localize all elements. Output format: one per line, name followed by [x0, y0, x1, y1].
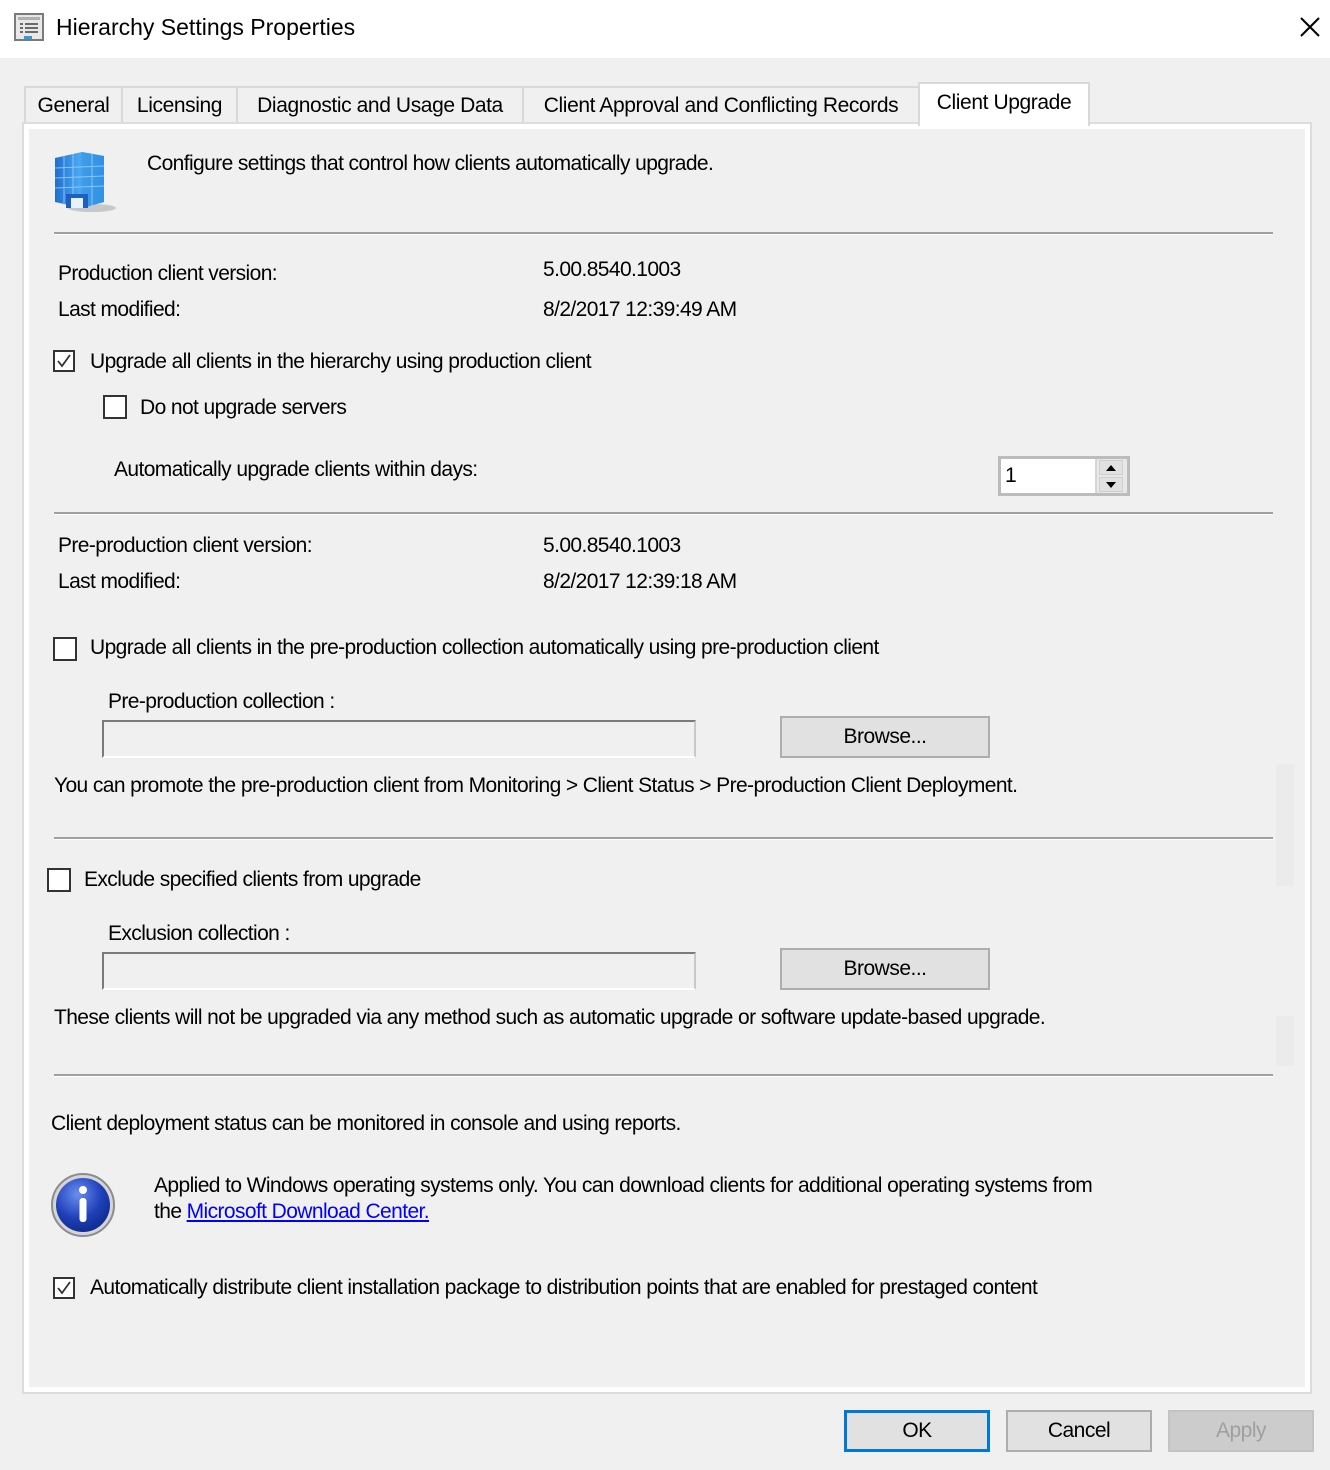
production-version-label: Production client version: [58, 262, 278, 285]
tab-general[interactable]: General [24, 86, 123, 122]
exclude-clients-checkbox[interactable] [47, 868, 71, 892]
preproduction-note: You can promote the pre-production clien… [54, 774, 1018, 797]
preproduction-collection-label: Pre-production collection : [108, 690, 335, 713]
upgrade-all-production-label[interactable]: Upgrade all clients in the hierarchy usi… [90, 349, 592, 375]
preproduction-collection-field[interactable] [102, 720, 696, 758]
tab-client-upgrade[interactable]: Client Upgrade [918, 82, 1090, 126]
upgrade-preproduction-label[interactable]: Upgrade all clients in the pre-productio… [90, 635, 879, 661]
preproduction-version-value: 5.00.8540.1003 [543, 534, 681, 557]
separator [54, 232, 1273, 235]
info-text-the: the [154, 1200, 187, 1223]
exclusion-note: These clients will not be upgraded via a… [54, 1006, 1046, 1029]
tab-client-approval[interactable]: Client Approval and Conflicting Records [522, 86, 920, 122]
apply-button[interactable]: Apply [1168, 1410, 1314, 1452]
close-icon [1300, 17, 1320, 37]
preproduction-modified-value: 8/2/2017 12:39:18 AM [543, 570, 737, 593]
header-description: Configure settings that control how clie… [147, 152, 714, 175]
info-text: Applied to Windows operating systems onl… [154, 1174, 1093, 1197]
production-modified-value: 8/2/2017 12:39:49 AM [543, 298, 737, 321]
do-not-upgrade-servers-label[interactable]: Do not upgrade servers [140, 395, 347, 421]
ok-button[interactable]: OK [844, 1410, 990, 1452]
info-text-line2: the Microsoft Download Center. [154, 1199, 430, 1225]
arrow-up-icon [1106, 464, 1116, 471]
preproduction-modified-label: Last modified: [58, 570, 181, 593]
exclusion-collection-field[interactable] [102, 952, 696, 990]
production-version-value: 5.00.8540.1003 [543, 258, 681, 281]
tab-label: Diagnostic and Usage Data [257, 94, 503, 117]
tab-label: General [37, 94, 110, 117]
auto-distribute-checkbox[interactable] [53, 1277, 75, 1299]
separator [54, 837, 1273, 840]
separator [54, 1074, 1273, 1077]
properties-icon [14, 12, 44, 42]
microsoft-download-center-link[interactable]: Microsoft Download Center. [187, 1200, 430, 1223]
production-modified-label: Last modified: [58, 298, 181, 321]
checkmark-icon [57, 1281, 71, 1295]
exclusion-browse-button[interactable]: Browse... [780, 948, 990, 990]
upgrade-preproduction-checkbox[interactable] [53, 637, 77, 661]
upgrade-days-stepper[interactable]: 1 [998, 456, 1130, 496]
upgrade-all-production-checkbox[interactable] [53, 350, 75, 372]
auto-distribute-label[interactable]: Automatically distribute client installa… [90, 1275, 1038, 1301]
tab-label: Client Approval and Conflicting Records [543, 94, 899, 117]
ghost-strip [1276, 1016, 1294, 1066]
cancel-button[interactable]: Cancel [1006, 1410, 1152, 1452]
do-not-upgrade-servers-checkbox[interactable] [103, 395, 127, 419]
stepper-up-button[interactable] [1099, 460, 1123, 475]
window-title: Hierarchy Settings Properties [56, 14, 356, 40]
exclude-clients-label[interactable]: Exclude specified clients from upgrade [84, 867, 421, 893]
separator [54, 512, 1273, 515]
tab-diagnostic-usage-data[interactable]: Diagnostic and Usage Data [236, 86, 524, 122]
preproduction-version-label: Pre-production client version: [58, 534, 313, 557]
building-icon [52, 150, 118, 214]
ghost-strip [1276, 764, 1294, 886]
upgrade-days-value[interactable]: 1 [1005, 461, 1017, 491]
tab-licensing[interactable]: Licensing [121, 86, 238, 122]
close-button[interactable] [1290, 8, 1330, 46]
preproduction-browse-button[interactable]: Browse... [780, 716, 990, 758]
tab-label: Client Upgrade [936, 91, 1072, 114]
arrow-down-icon [1106, 481, 1116, 488]
stepper-down-button[interactable] [1099, 477, 1123, 492]
checkmark-icon [57, 354, 71, 368]
status-note: Client deployment status can be monitore… [51, 1112, 681, 1135]
tab-label: Licensing [136, 94, 223, 117]
info-icon [50, 1172, 118, 1240]
upgrade-days-label: Automatically upgrade clients within day… [114, 458, 478, 481]
exclusion-collection-label: Exclusion collection : [108, 922, 290, 945]
